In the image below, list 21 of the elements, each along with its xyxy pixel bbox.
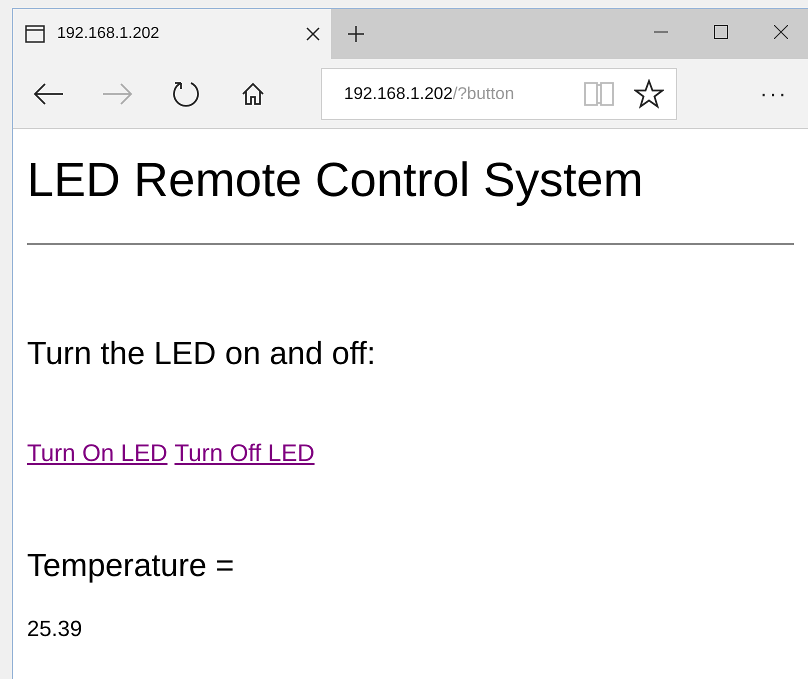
back-icon[interactable] — [33, 82, 65, 106]
tab-title: 192.168.1.202 — [57, 24, 160, 44]
url-host: 192.168.1.202 — [344, 82, 453, 105]
star-icon[interactable] — [634, 78, 664, 108]
home-icon[interactable] — [241, 82, 265, 106]
address-bar[interactable]: 192.168.1.202/?button — [321, 68, 677, 120]
more-menu[interactable]: ··· — [760, 77, 788, 110]
window-icon — [25, 25, 45, 43]
maximize-icon[interactable] — [714, 25, 728, 39]
new-tab-icon[interactable] — [347, 25, 365, 43]
page-heading: LED Remote Control System — [27, 153, 644, 209]
minimize-icon[interactable] — [654, 31, 668, 33]
text-link[interactable]: Turn On LED — [27, 439, 168, 469]
temperature-value: 25.39 — [27, 615, 82, 643]
close-icon[interactable] — [774, 25, 788, 39]
section-heading: Turn the LED on and off: — [27, 334, 376, 373]
browser-tab[interactable]: 192.168.1.202 — [13, 9, 331, 59]
url-path: /?button — [452, 82, 514, 105]
section-heading: Temperature = — [27, 546, 234, 585]
close-icon[interactable] — [305, 26, 321, 42]
text-link[interactable]: Turn Off LED — [174, 439, 315, 469]
